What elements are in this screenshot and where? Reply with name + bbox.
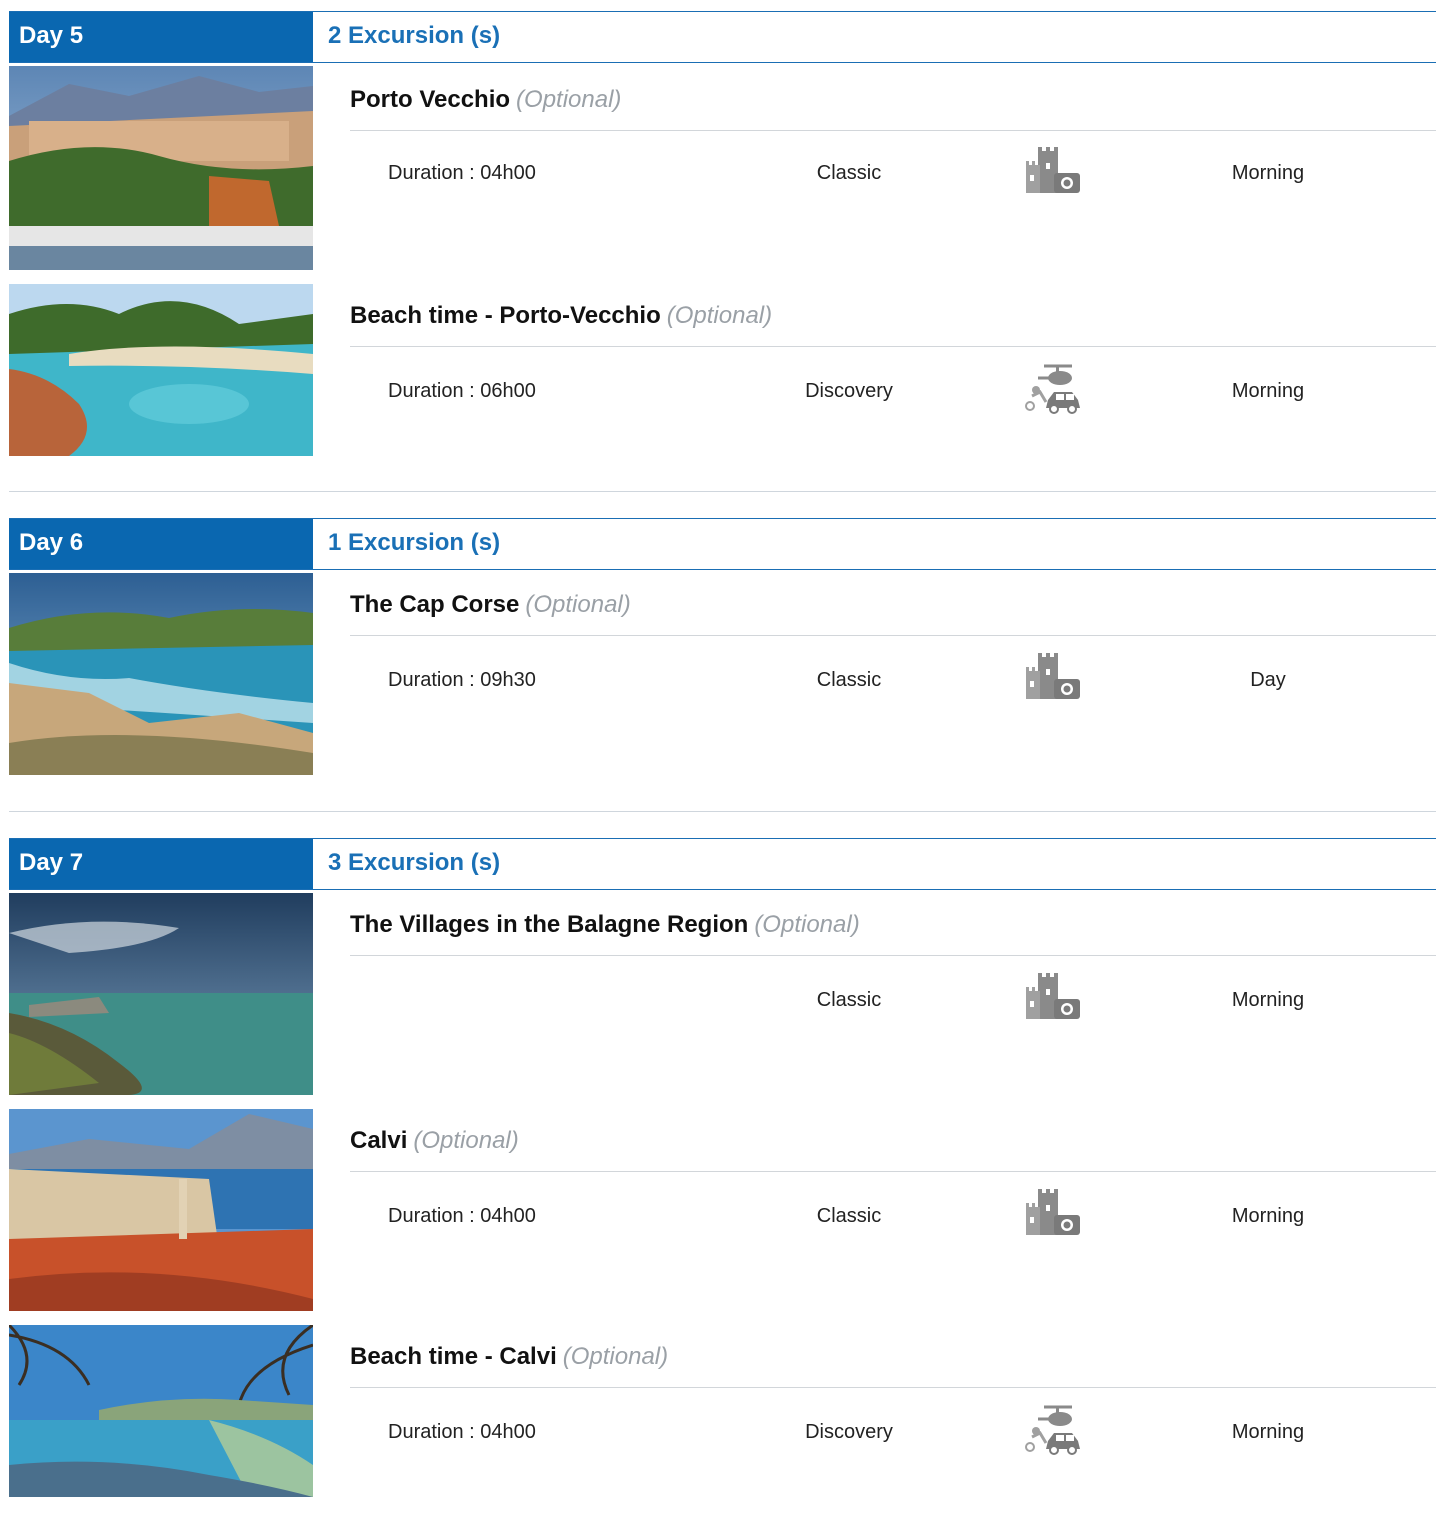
- excursion-title[interactable]: Calvi (Optional): [350, 1127, 519, 1155]
- optional-label: (Optional): [666, 302, 773, 329]
- excursion-thumbnail[interactable]: [9, 284, 313, 456]
- excursion-type: Discovery: [805, 380, 893, 402]
- divider: [350, 130, 1436, 131]
- divider: [350, 346, 1436, 347]
- day-section-6: Day 6 1 Excursion (s) The Cap Corse (Opti…: [9, 518, 1436, 775]
- day-header: Day 7 3 Excursion (s): [9, 838, 1436, 890]
- excursion-name[interactable]: The Villages in the Balagne Region: [350, 911, 748, 938]
- time-of-day: Morning: [1231, 1421, 1305, 1443]
- castle-camera-icon: [1024, 651, 1082, 705]
- day-header: Day 5 2 Excursion (s): [9, 11, 1436, 63]
- castle-camera-icon: [1024, 971, 1082, 1025]
- excursion-count: 3 Excursion (s): [328, 849, 501, 876]
- excursion-item[interactable]: The Villages in the Balagne Region (Optio…: [9, 893, 1436, 1095]
- divider: [350, 635, 1436, 636]
- excursion-count: 2 Excursion (s): [328, 22, 501, 49]
- excursion-name[interactable]: Porto Vecchio: [350, 86, 510, 113]
- excursion-thumbnail[interactable]: [9, 573, 313, 775]
- time-of-day: Day: [1250, 669, 1286, 691]
- castle-camera-icon: [1024, 1187, 1082, 1241]
- excursion-item[interactable]: Beach time - Porto-Vecchio (Optional) Dur…: [9, 284, 1436, 456]
- excursion-item[interactable]: The Cap Corse (Optional) Duration : 09h30…: [9, 573, 1436, 775]
- excursion-item[interactable]: Porto Vecchio (Optional) Duration : 04h00…: [9, 66, 1436, 270]
- excursion-type: Classic: [816, 162, 882, 184]
- time-of-day: Morning: [1231, 162, 1305, 184]
- day-section-5: Day 5 2 Excursion (s) Porto Vecchio (Opti…: [9, 11, 1436, 456]
- day-label: Day 7: [9, 839, 313, 889]
- excursion-count: 1 Excursion (s): [328, 529, 501, 556]
- time-of-day: Morning: [1231, 380, 1305, 402]
- excursion-thumbnail[interactable]: [9, 1109, 313, 1311]
- excursion-name[interactable]: Calvi: [350, 1127, 407, 1154]
- time-of-day: Morning: [1231, 1205, 1305, 1227]
- excursion-type: Classic: [816, 989, 882, 1011]
- optional-label: (Optional): [562, 1343, 669, 1370]
- excursion-type: Classic: [816, 1205, 882, 1227]
- excursion-title[interactable]: The Cap Corse (Optional): [350, 591, 631, 619]
- excursion-name[interactable]: Beach time - Porto-Vecchio: [350, 302, 661, 329]
- helicopter-car-icon: [1024, 1403, 1082, 1457]
- day-separator: [9, 491, 1436, 492]
- duration: Duration : 04h00: [388, 162, 536, 184]
- excursion-title[interactable]: Porto Vecchio (Optional): [350, 86, 621, 114]
- optional-label: (Optional): [754, 911, 860, 938]
- duration: Duration : 09h30: [388, 669, 536, 691]
- excursion-item[interactable]: Beach time - Calvi (Optional) Duration : …: [9, 1325, 1436, 1497]
- time-of-day: Morning: [1231, 989, 1305, 1011]
- day-label: Day 5: [9, 12, 313, 62]
- optional-label: (Optional): [516, 86, 622, 113]
- day-section-7: Day 7 3 Excursion (s) The Villages in th…: [9, 838, 1436, 1497]
- castle-camera-icon: [1024, 145, 1082, 199]
- excursion-title[interactable]: Beach time - Calvi (Optional): [350, 1343, 668, 1371]
- excursion-type: Discovery: [805, 1421, 893, 1443]
- divider: [350, 1171, 1436, 1172]
- excursion-title[interactable]: Beach time - Porto-Vecchio (Optional): [350, 302, 772, 330]
- duration: Duration : 06h00: [388, 380, 536, 402]
- excursion-title[interactable]: The Villages in the Balagne Region (Optio…: [350, 911, 860, 939]
- day-separator: [9, 811, 1436, 812]
- optional-label: (Optional): [413, 1127, 519, 1154]
- day-header: Day 6 1 Excursion (s): [9, 518, 1436, 570]
- optional-label: (Optional): [525, 591, 631, 618]
- excursion-thumbnail[interactable]: [9, 1325, 313, 1497]
- day-label: Day 6: [9, 519, 313, 569]
- excursion-thumbnail[interactable]: [9, 66, 313, 270]
- excursion-name[interactable]: Beach time - Calvi: [350, 1343, 557, 1370]
- divider: [350, 1387, 1436, 1388]
- excursion-thumbnail[interactable]: [9, 893, 313, 1095]
- helicopter-car-icon: [1024, 362, 1082, 416]
- excursion-item[interactable]: Calvi (Optional) Duration : 04h00 Classic…: [9, 1109, 1436, 1311]
- excursion-type: Classic: [816, 669, 882, 691]
- duration: Duration : 04h00: [388, 1421, 536, 1443]
- divider: [350, 955, 1436, 956]
- excursion-name[interactable]: The Cap Corse: [350, 591, 519, 618]
- duration: Duration : 04h00: [388, 1205, 536, 1227]
